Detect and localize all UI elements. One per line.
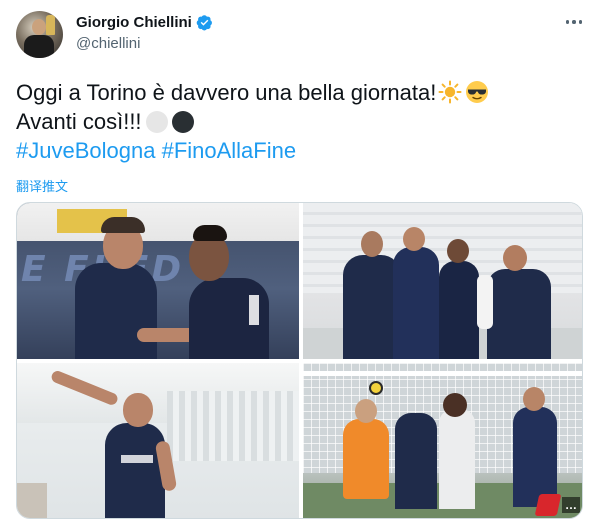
more-options-icon (565, 20, 570, 24)
photo-2-player-a-head (361, 231, 383, 257)
tweet-line-2-text: Avanti così!!! (16, 109, 142, 134)
tweet-line-1-text: Oggi a Torino è davvero una bella giorna… (16, 80, 437, 105)
sun-emoji (438, 80, 462, 104)
photo-3-sponsor (121, 455, 153, 463)
photo-2-referee (477, 275, 493, 329)
avatar[interactable] (16, 11, 63, 58)
photo-4-defender (395, 413, 437, 509)
sunglasses-emoji (466, 81, 489, 103)
avatar-figure-head (32, 19, 46, 35)
more-options-dot (572, 20, 576, 24)
photo-3[interactable] (17, 363, 299, 518)
author-display-name[interactable]: Giorgio Chiellini (76, 14, 192, 31)
player-left-body (75, 263, 157, 359)
photo-2-player-d (487, 269, 551, 359)
photo-4-crossbar (303, 371, 582, 376)
avatar-trophy (46, 15, 55, 35)
avatar-figure-body (24, 35, 54, 58)
verified-badge-icon (196, 15, 212, 31)
watermark-logo-icon (534, 494, 562, 516)
photo-4-attacker-head (443, 393, 467, 417)
watermark-text: … (562, 497, 580, 513)
hashtag-juvebologna[interactable]: #JuveBologna (16, 138, 155, 163)
tweet-card: Giorgio Chiellini @chiellini Oggi a Tori… (0, 0, 598, 527)
translate-tweet-link[interactable]: 翻译推文 (16, 176, 68, 195)
tweet-line-3: #JuveBologna #FinoAllaFine (16, 136, 576, 165)
player-left-hair (101, 217, 145, 233)
photo-2-player-c-head (447, 239, 469, 263)
photo-3-sideline (17, 483, 47, 518)
white-circle-emoji (145, 111, 168, 133)
media-grid: E FI ED (16, 202, 583, 519)
photo-3-player-body (105, 423, 165, 518)
black-circle-emoji (171, 111, 194, 133)
photo-4-ball (369, 381, 383, 395)
photo-4-goalkeeper-head (355, 399, 377, 423)
player-right-hair (193, 225, 227, 241)
photo-4-player-5-head (523, 387, 545, 411)
photo-4-goalkeeper (343, 419, 389, 499)
player-left-arm (137, 328, 197, 342)
photo-2-player-b-head (403, 227, 425, 251)
player-right-number (249, 295, 259, 325)
photo-4-attacker (439, 409, 475, 509)
photo-2[interactable] (303, 203, 582, 359)
tweet-line-2: Avanti così!!! (16, 107, 576, 136)
more-options-dot (578, 20, 583, 24)
photo-2-player-c (439, 261, 479, 359)
photo-3-player-head (123, 393, 153, 427)
photo-1[interactable]: E FI ED (17, 203, 299, 359)
tweet-line-1: Oggi a Torino è davvero una bella giorna… (16, 78, 576, 107)
author-handle[interactable]: @chiellini (76, 35, 140, 52)
photo-2-player-d-head (503, 245, 527, 271)
photo-3-stand (167, 391, 299, 461)
author-name-row[interactable]: Giorgio Chiellini (76, 14, 213, 31)
more-options-button[interactable] (562, 12, 586, 32)
tweet-text: Oggi a Torino è davvero una bella giorna… (16, 78, 576, 165)
photo-4[interactable]: … (303, 363, 582, 518)
photo-2-player-b (393, 247, 439, 359)
hashtag-finoallafine[interactable]: #FinoAllaFine (162, 138, 297, 163)
watermark: … (534, 494, 580, 516)
photo-4-player-5 (513, 407, 557, 507)
